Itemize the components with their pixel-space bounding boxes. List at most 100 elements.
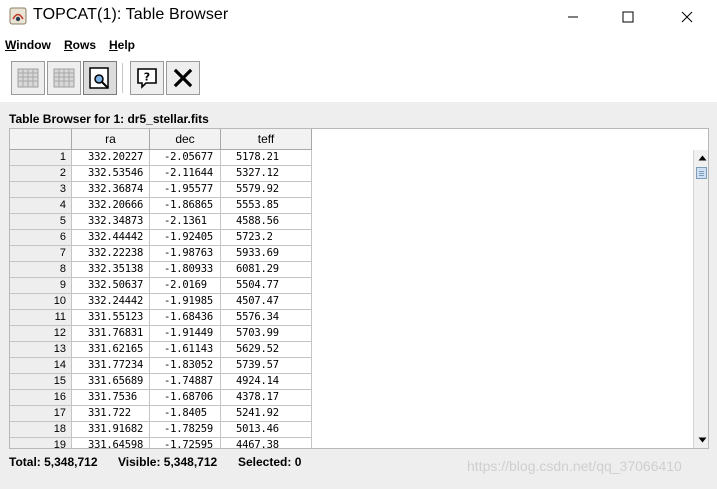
row-number-cell[interactable]: 17 [10,406,72,422]
teff-cell[interactable]: 5739.57 [221,358,312,374]
ra-cell[interactable]: 331.77234 [72,358,150,374]
dec-cell[interactable]: -1.78259 [150,422,221,438]
dec-cell[interactable]: -2.11644 [150,166,221,182]
table-row[interactable]: 9 332.50637 -2.0169 5504.77 [10,278,312,294]
ra-cell[interactable]: 331.62165 [72,342,150,358]
table-row[interactable]: 11 331.55123 -1.68436 5576.34 [10,310,312,326]
row-number-cell[interactable]: 14 [10,358,72,374]
table-row[interactable]: 16 331.7536 -1.68706 4378.17 [10,390,312,406]
ra-cell[interactable]: 331.722 [72,406,150,422]
ra-cell[interactable]: 332.20227 [72,150,150,166]
teff-cell[interactable]: 5703.99 [221,326,312,342]
highlight-row-button[interactable] [83,61,117,95]
row-number-cell[interactable]: 3 [10,182,72,198]
dec-cell[interactable]: -1.86865 [150,198,221,214]
table-row[interactable]: 14 331.77234 -1.83052 5739.57 [10,358,312,374]
dec-cell[interactable]: -1.68436 [150,310,221,326]
column-header-ra[interactable]: ra [72,129,150,150]
teff-cell[interactable]: 5178.21 [221,150,312,166]
table-row[interactable]: 4 332.20666 -1.86865 5553.85 [10,198,312,214]
maximize-button[interactable] [605,0,651,33]
row-number-cell[interactable]: 1 [10,150,72,166]
dec-cell[interactable]: -1.74887 [150,374,221,390]
ra-cell[interactable]: 332.35138 [72,262,150,278]
table-row[interactable]: 13 331.62165 -1.61143 5629.52 [10,342,312,358]
scroll-thumb[interactable] [696,167,707,179]
dec-cell[interactable]: -1.92405 [150,230,221,246]
menu-help[interactable]: Help [109,38,135,52]
table-row[interactable]: 5 332.34873 -2.1361 4588.56 [10,214,312,230]
column-header-dec[interactable]: dec [150,129,221,150]
table-row[interactable]: 8 332.35138 -1.80933 6081.29 [10,262,312,278]
scroll-up-button[interactable] [694,150,708,166]
row-number-cell[interactable]: 12 [10,326,72,342]
table-row[interactable]: 10 332.24442 -1.91985 4507.47 [10,294,312,310]
teff-cell[interactable]: 5933.69 [221,246,312,262]
row-number-cell[interactable]: 9 [10,278,72,294]
teff-cell[interactable]: 4507.47 [221,294,312,310]
dec-cell[interactable]: -1.72595 [150,438,221,448]
table-grid-button[interactable] [11,61,45,95]
ra-cell[interactable]: 331.91682 [72,422,150,438]
column-header-teff[interactable]: teff [221,129,312,150]
row-number-cell[interactable]: 11 [10,310,72,326]
row-number-cell[interactable]: 18 [10,422,72,438]
ra-cell[interactable]: 331.7536 [72,390,150,406]
table-row[interactable]: 17 331.722 -1.8405 5241.92 [10,406,312,422]
row-number-cell[interactable]: 13 [10,342,72,358]
ra-cell[interactable]: 332.36874 [72,182,150,198]
teff-cell[interactable]: 4467.38 [221,438,312,448]
ra-cell[interactable]: 332.53546 [72,166,150,182]
dec-cell[interactable]: -2.0169 [150,278,221,294]
ra-cell[interactable]: 331.76831 [72,326,150,342]
row-number-header[interactable] [10,129,72,150]
teff-cell[interactable]: 6081.29 [221,262,312,278]
teff-cell[interactable]: 5576.34 [221,310,312,326]
dec-cell[interactable]: -1.61143 [150,342,221,358]
menu-window[interactable]: Window [5,38,51,52]
ra-cell[interactable]: 332.44442 [72,230,150,246]
row-number-cell[interactable]: 10 [10,294,72,310]
table-row[interactable]: 3 332.36874 -1.95577 5579.92 [10,182,312,198]
row-number-cell[interactable]: 8 [10,262,72,278]
dec-cell[interactable]: -1.83052 [150,358,221,374]
close-window-button[interactable] [166,61,200,95]
ra-cell[interactable]: 331.64598 [72,438,150,448]
teff-cell[interactable]: 5327.12 [221,166,312,182]
ra-cell[interactable]: 332.34873 [72,214,150,230]
close-button[interactable] [664,0,710,33]
dec-cell[interactable]: -1.98763 [150,246,221,262]
teff-cell[interactable]: 4588.56 [221,214,312,230]
table-row[interactable]: 15 331.65689 -1.74887 4924.14 [10,374,312,390]
table-row[interactable]: 7 332.22238 -1.98763 5933.69 [10,246,312,262]
data-table[interactable]: ra dec teff 1 332.20227 -2.05677 5178.21 2 33… [9,128,709,449]
dec-cell[interactable]: -1.95577 [150,182,221,198]
ra-cell[interactable]: 331.65689 [72,374,150,390]
ra-cell[interactable]: 332.22238 [72,246,150,262]
row-number-cell[interactable]: 2 [10,166,72,182]
row-number-cell[interactable]: 19 [10,438,72,448]
menu-rows[interactable]: Rows [64,38,96,52]
teff-cell[interactable]: 4924.14 [221,374,312,390]
teff-cell[interactable]: 5629.52 [221,342,312,358]
row-number-cell[interactable]: 4 [10,198,72,214]
table-row[interactable]: 6 332.44442 -1.92405 5723.2 [10,230,312,246]
table-row[interactable]: 18 331.91682 -1.78259 5013.46 [10,422,312,438]
dec-cell[interactable]: -1.8405 [150,406,221,422]
minimize-button[interactable] [550,0,596,33]
row-number-cell[interactable]: 5 [10,214,72,230]
dec-cell[interactable]: -1.68706 [150,390,221,406]
row-number-cell[interactable]: 7 [10,246,72,262]
teff-cell[interactable]: 5241.92 [221,406,312,422]
teff-cell[interactable]: 5723.2 [221,230,312,246]
teff-cell[interactable]: 5013.46 [221,422,312,438]
row-number-cell[interactable]: 6 [10,230,72,246]
dec-cell[interactable]: -2.1361 [150,214,221,230]
teff-cell[interactable]: 5553.85 [221,198,312,214]
row-number-cell[interactable]: 16 [10,390,72,406]
help-button[interactable]: ? [130,61,164,95]
vertical-scrollbar[interactable] [693,150,708,448]
table-grid-alt-button[interactable] [47,61,81,95]
scroll-down-button[interactable] [694,432,708,448]
dec-cell[interactable]: -1.91985 [150,294,221,310]
